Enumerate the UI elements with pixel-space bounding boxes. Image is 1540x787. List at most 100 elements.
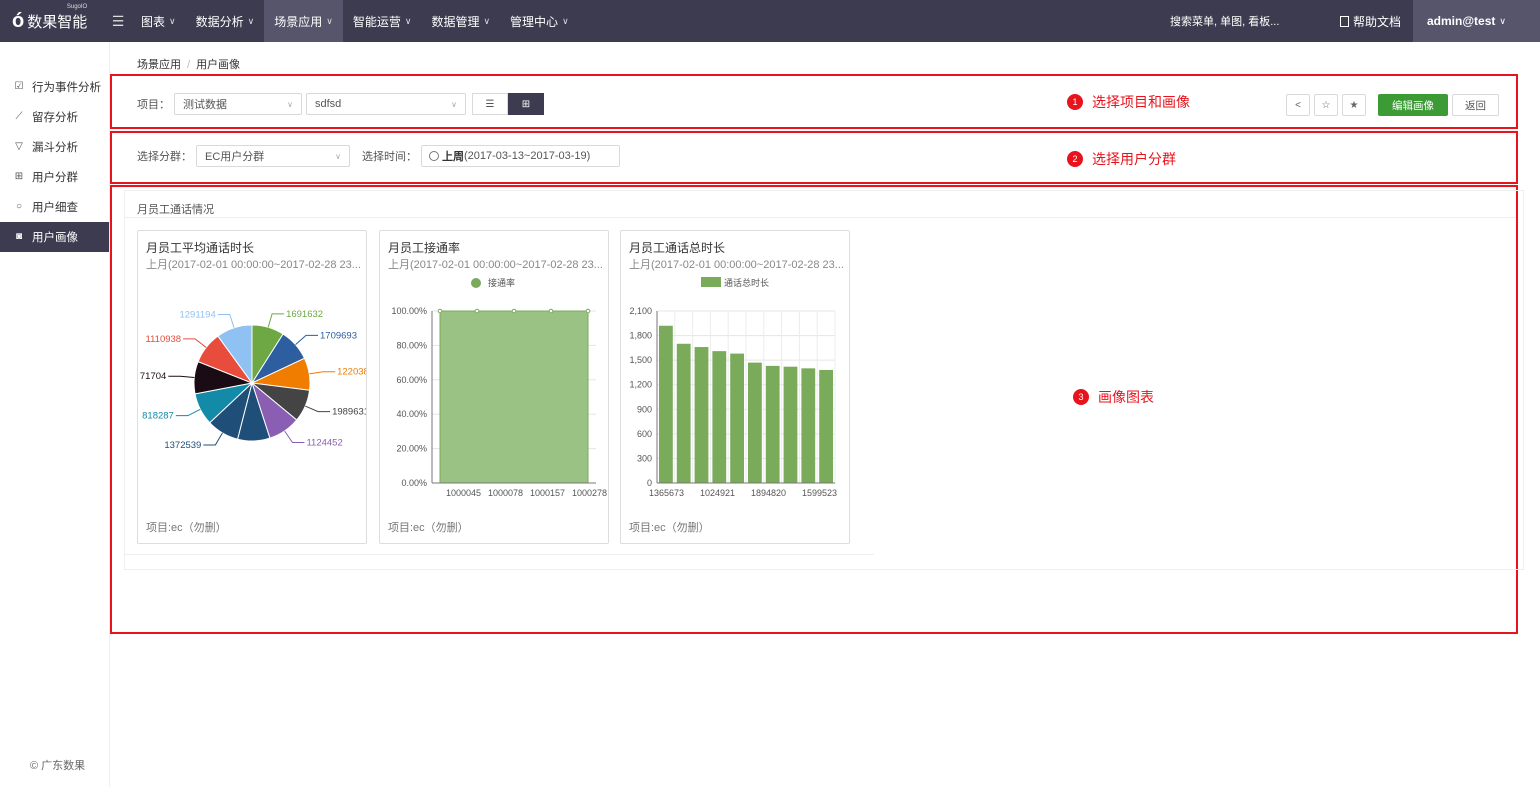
chevron-down-icon: ∨ [169, 15, 176, 26]
card-subtitle: 上月(2017-02-01 00:00:00~2017-02-28 23... [629, 259, 844, 271]
copyright: © 广东数果 [30, 760, 86, 772]
y-tick-label: 300 [637, 453, 652, 463]
portrait-select[interactable]: sdfsd ∨ [306, 93, 466, 115]
nav-item-charts[interactable]: 图表 ∨ [131, 0, 186, 42]
back-button[interactable]: 返回 [1452, 94, 1499, 116]
logo-text: 数果智能 SugoIO [27, 3, 88, 31]
card-footer: 项目:ec（勿删） [146, 522, 227, 534]
top-navbar: ó 数果智能 SugoIO ☰ 图表 ∨ 数据分析 ∨ 场景应用 ∨ 智能运营 ∨ 数据… [0, 0, 1540, 42]
x-tick-label: 1024921 [700, 488, 735, 498]
nav-item-operations[interactable]: 智能运营 ∨ [343, 0, 422, 42]
x-tick-label: 1365673 [649, 488, 684, 498]
pin-icon[interactable]: ☆ [1314, 94, 1338, 116]
project-select[interactable]: 测试数据 ∨ [174, 93, 302, 115]
nav-item-data-management[interactable]: 数据管理 ∨ [421, 0, 500, 42]
sidebar-item-retention[interactable]: ⟋ 留存分析 [0, 102, 109, 132]
pie-label: 1291194 [179, 310, 215, 321]
funnel-icon: ▽ [15, 141, 23, 152]
menu-toggle-icon[interactable]: ☰ [105, 13, 131, 30]
pie-label: 1372539 [164, 440, 201, 451]
chart-card-avg-call-duration[interactable]: 月员工平均通话时长 上月(2017-02-01 00:00:00~2017-02… [137, 230, 367, 544]
pie-leader-line [295, 334, 319, 346]
group-toolbar: 选择分群： EC用户分群 ∨ 选择时间： 上周 (2017-03-13~2017-0… [137, 145, 620, 167]
time-label: 选择时间： [362, 151, 417, 163]
event-icon: ☑ [14, 81, 24, 92]
nav-item-admin-center[interactable]: 管理中心 ∨ [500, 0, 579, 42]
breadcrumb-current: 用户画像 [196, 59, 241, 71]
y-tick-label: 80.00% [396, 340, 427, 350]
sidebar-item-user-group[interactable]: ⊞ 用户分群 [0, 162, 109, 192]
user-menu[interactable]: admin@test ∨ [1413, 0, 1540, 42]
portrait-actions: < ☆ ★ 编辑画像 返回 [1282, 94, 1499, 116]
bar [730, 353, 744, 483]
document-icon [1339, 15, 1349, 27]
global-search-input[interactable]: 搜索菜单, 单图, 看板... [1163, 10, 1324, 32]
bar [712, 351, 727, 483]
data-point [437, 308, 443, 314]
bar [676, 343, 691, 483]
y-tick-label: 100.00% [391, 306, 427, 316]
sidebar-item-funnel[interactable]: ▽ 漏斗分析 [0, 132, 109, 162]
y-tick-label: 900 [637, 404, 652, 414]
card-title: 月员工平均通话时长 [146, 241, 255, 255]
pie-leader-line [183, 338, 207, 348]
data-point [474, 308, 480, 314]
user-group-select[interactable]: EC用户分群 ∨ [196, 145, 350, 167]
y-tick-label: 600 [637, 429, 652, 439]
x-tick-label: 1000078 [488, 488, 523, 498]
annotation-2: 2 选择用户分群 [1067, 149, 1176, 169]
sidebar-item-user-portrait[interactable]: ◙ 用户画像 [0, 222, 109, 252]
sidebar-item-user-detail[interactable]: ○ 用户细查 [0, 192, 109, 222]
card-subtitle: 上月(2017-02-01 00:00:00~2017-02-28 23... [146, 259, 361, 271]
card-title: 月员工通话总时长 [629, 241, 726, 255]
grid-view-icon[interactable]: ⊞ [508, 93, 544, 115]
time-range-picker[interactable]: 上周 (2017-03-13~2017-03-19) [421, 145, 620, 167]
pie-leader-line [217, 314, 235, 328]
sidebar: ☑ 行为事件分析 ⟋ 留存分析 ▽ 漏斗分析 ⊞ 用户分群 ○ 用户细查 ◙ 用户画像 © … [0, 42, 110, 787]
breadcrumb-separator: / [187, 59, 191, 71]
y-tick-label: 1,200 [629, 380, 652, 390]
pie-label: 1220384 [337, 367, 366, 378]
legend-label: 通话总时长 [724, 277, 769, 288]
annotation-number: 1 [1067, 94, 1083, 110]
pie-leader-line [267, 313, 285, 328]
star-icon[interactable]: ★ [1342, 94, 1366, 116]
pie-leader-line [284, 430, 305, 444]
data-point [511, 308, 517, 314]
y-tick-label: 2,100 [629, 306, 652, 316]
card-footer: 项目:ec（勿删） [388, 522, 469, 534]
y-tick-label: 1,500 [629, 355, 652, 365]
annotation-text: 选择项目和画像 [1092, 94, 1190, 110]
share-icon[interactable]: < [1286, 94, 1310, 116]
nav-item-scenario[interactable]: 场景应用 ∨ [264, 0, 343, 42]
y-tick-label: 40.00% [396, 409, 427, 419]
chart-card-total-call-duration[interactable]: 月员工通话总时长 上月(2017-02-01 00:00:00~2017-02-… [620, 230, 850, 544]
list-view-icon[interactable]: ☰ [472, 93, 508, 115]
y-tick-label: 1,800 [629, 331, 652, 341]
x-tick-label: 1000045 [446, 488, 481, 498]
brand-logo[interactable]: ó 数果智能 SugoIO [0, 3, 105, 32]
annotation-text: 选择用户分群 [1092, 151, 1176, 167]
main-nav: 图表 ∨ 数据分析 ∨ 场景应用 ∨ 智能运营 ∨ 数据管理 ∨ 管理中心 ∨ [131, 0, 579, 42]
section-footer-line [124, 554, 874, 555]
retention-icon: ⟋ [15, 111, 23, 122]
edit-portrait-button[interactable]: 编辑画像 [1378, 94, 1448, 116]
pie-leader-line [175, 408, 201, 417]
pie-label: 71704 [140, 371, 166, 382]
nav-item-data-analysis[interactable]: 数据分析 ∨ [186, 0, 265, 42]
chart-card-connection-rate[interactable]: 月员工接通率 上月(2017-02-01 00:00:00~2017-02-28… [379, 230, 609, 544]
pie-leader-line [168, 375, 195, 379]
x-tick-label: 1599523 [802, 488, 837, 498]
legend-swatch [471, 278, 481, 288]
help-docs-link[interactable]: 帮助文档 [1328, 13, 1413, 30]
pie-label: 1124452 [306, 438, 342, 449]
view-toggle: ☰ ⊞ [472, 93, 544, 115]
chevron-down-icon: ∨ [287, 99, 293, 109]
breadcrumb-parent[interactable]: 场景应用 [137, 59, 181, 71]
bar [765, 365, 780, 483]
chevron-down-icon: ∨ [326, 15, 333, 26]
sidebar-item-event-analysis[interactable]: ☑ 行为事件分析 [0, 72, 109, 102]
logo-icon: ó [12, 10, 25, 32]
chevron-down-icon: ∨ [404, 15, 412, 26]
section-title: 月员工通话情况 [137, 204, 214, 216]
